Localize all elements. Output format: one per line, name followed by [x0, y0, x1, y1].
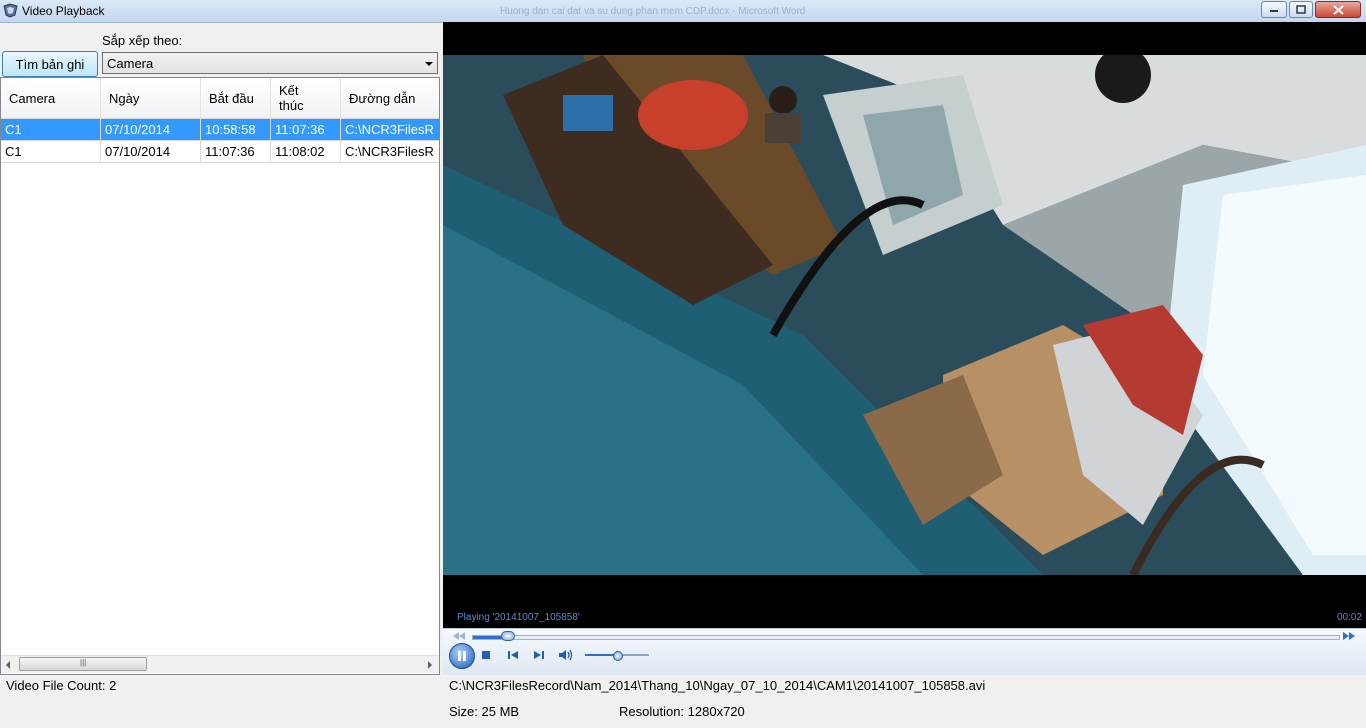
- title-bar: Video Playback Huong dan cai dat va su d…: [0, 0, 1366, 23]
- volume-thumb[interactable]: [613, 651, 623, 661]
- sort-label: Sắp xếp theo:: [102, 33, 183, 48]
- recordings-panel: Sắp xếp theo: Tìm bản ghi Camera Camera …: [0, 22, 442, 678]
- video-file-size: Size: 25 MB: [449, 704, 520, 719]
- rewind-icon[interactable]: [453, 632, 465, 640]
- column-header-label: Ngày: [109, 90, 140, 106]
- previous-button[interactable]: [506, 648, 520, 662]
- previous-icon: [508, 651, 518, 659]
- player-controls: [443, 628, 1366, 675]
- column-header-start[interactable]: Bắt đầu: [201, 78, 271, 118]
- column-header-label: Camera: [9, 90, 56, 106]
- scrollbar-thumb[interactable]: |||: [19, 657, 147, 671]
- stop-button[interactable]: [479, 648, 493, 662]
- fast-forward-icon[interactable]: [1343, 632, 1355, 640]
- cell-end: 11:07:36: [271, 119, 341, 141]
- column-header-label: Bắt đầu: [209, 90, 254, 106]
- recordings-table: Camera Ngày Bắt đầu Kết thúc Đường dẫn C…: [0, 77, 440, 675]
- close-icon: [1332, 4, 1344, 15]
- cell-camera: C1: [1, 119, 101, 141]
- maximize-icon: [1296, 5, 1306, 14]
- sort-select-value: Camera: [107, 56, 154, 71]
- minimize-icon: [1270, 9, 1278, 12]
- app-icon: [3, 3, 18, 18]
- cell-date: 07/10/2014: [101, 119, 201, 141]
- column-header-path[interactable]: Đường dẫn: [341, 78, 439, 118]
- grip-icon: |||: [80, 658, 87, 667]
- table-row[interactable]: C1 07/10/2014 11:07:36 11:08:02 C:\NCR3F…: [1, 141, 439, 163]
- find-records-button[interactable]: Tìm bản ghi: [2, 51, 98, 77]
- pause-button[interactable]: [449, 643, 475, 669]
- column-header-label: Đường dẫn: [349, 90, 416, 106]
- sort-select[interactable]: Camera: [102, 52, 438, 74]
- column-header-date[interactable]: Ngày: [101, 78, 201, 118]
- table-row[interactable]: C1 07/10/2014 10:58:58 11:07:36 C:\NCR3F…: [1, 119, 439, 141]
- stop-icon: [482, 651, 490, 659]
- elapsed-time: 00:02: [1336, 612, 1362, 623]
- seek-thumb[interactable]: [500, 631, 515, 641]
- cell-date: 07/10/2014: [101, 141, 201, 163]
- video-file-count: Video File Count: 2: [6, 678, 117, 693]
- scroll-right-icon[interactable]: [428, 661, 432, 669]
- cell-path: C:\NCR3FilesR: [345, 144, 434, 159]
- close-button[interactable]: [1315, 1, 1361, 18]
- horizontal-scrollbar[interactable]: |||: [1, 655, 439, 673]
- next-icon: [534, 651, 544, 659]
- column-header-end[interactable]: Kết thúc: [271, 78, 341, 118]
- video-resolution: Resolution: 1280x720: [619, 704, 745, 719]
- maximize-button[interactable]: [1289, 1, 1313, 18]
- video-frame-image: [443, 55, 1366, 575]
- seek-bar[interactable]: [472, 635, 1340, 640]
- video-display[interactable]: Playing '20141007_105858' 00:02: [443, 22, 1366, 628]
- column-header-camera[interactable]: Camera: [1, 78, 101, 118]
- cell-start: 11:07:36: [201, 141, 271, 163]
- table-header: Camera Ngày Bắt đầu Kết thúc Đường dẫn: [1, 78, 439, 119]
- column-header-label: Kết thúc: [279, 83, 304, 113]
- dropdown-arrow-icon: [425, 62, 433, 66]
- volume-button[interactable]: [557, 647, 575, 663]
- cell-end: 11:08:02: [271, 141, 341, 163]
- window-title: Video Playback: [22, 4, 105, 18]
- cell-path: C:\NCR3FilesR: [345, 122, 434, 137]
- cell-start: 10:58:58: [201, 119, 271, 141]
- pause-icon: [458, 651, 466, 661]
- next-button[interactable]: [532, 648, 546, 662]
- minimize-button[interactable]: [1261, 1, 1287, 18]
- cell-camera: C1: [1, 141, 101, 163]
- background-window-title: Huong dan cai dat va su dung phan mem CD…: [500, 6, 806, 17]
- volume-icon: [559, 649, 573, 661]
- scroll-left-icon[interactable]: [6, 661, 10, 669]
- playback-status-text: Playing '20141007_105858': [457, 612, 580, 623]
- video-file-path: C:\NCR3FilesRecord\Nam_2014\Thang_10\Nga…: [449, 678, 986, 693]
